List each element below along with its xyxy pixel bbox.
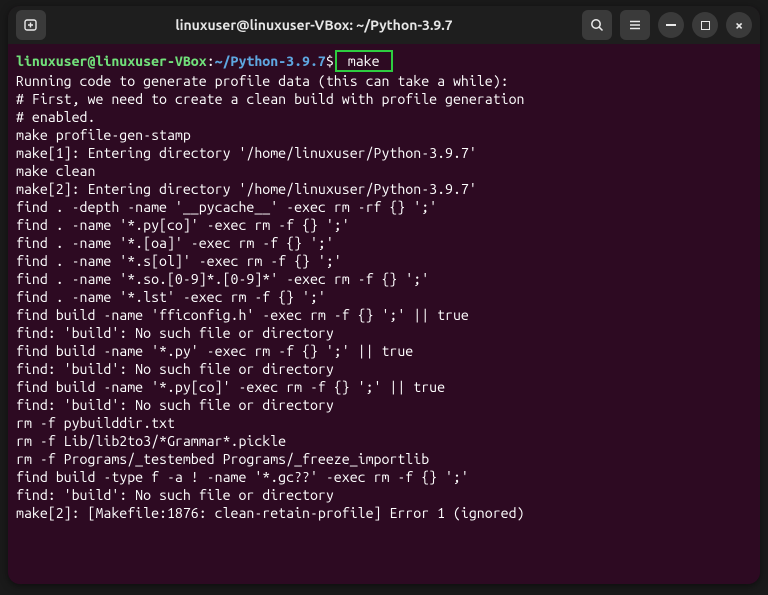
output-line: find . -name '*.lst' -exec rm -f {} ';' — [16, 288, 752, 306]
terminal-output: Running code to generate profile data (t… — [16, 72, 752, 522]
output-line: # First, we need to create a clean build… — [16, 90, 752, 108]
search-button[interactable] — [582, 10, 612, 40]
menu-button[interactable] — [620, 10, 650, 40]
maximize-button[interactable] — [692, 12, 718, 38]
prompt-sep: : — [207, 53, 215, 69]
prompt-user-host: linuxuser@linuxuser-VBox — [16, 53, 207, 69]
minimize-icon — [666, 24, 676, 26]
output-line: find build -name '*.py' -exec rm -f {} '… — [16, 342, 752, 360]
new-tab-icon — [23, 17, 39, 33]
terminal-window: linuxuser@linuxuser-VBox: ~/Python-3.9.7… — [8, 6, 760, 584]
output-line: rm -f Programs/_testembed Programs/_free… — [16, 450, 752, 468]
output-line: find: 'build': No such file or directory — [16, 360, 752, 378]
terminal-body[interactable]: linuxuser@linuxuser-VBox:~/Python-3.9.7$… — [8, 44, 760, 584]
output-line: # enabled. — [16, 108, 752, 126]
output-line: make clean — [16, 162, 752, 180]
output-line: find . -depth -name '__pycache__' -exec … — [16, 198, 752, 216]
output-line: make profile-gen-stamp — [16, 126, 752, 144]
output-line: make[2]: Entering directory '/home/linux… — [16, 180, 752, 198]
output-line: find . -name '*.so.[0-9]*.[0-9]*' -exec … — [16, 270, 752, 288]
prompt-path: ~/Python-3.9.7 — [215, 53, 326, 69]
prompt-dollar: $ — [326, 53, 334, 69]
maximize-icon — [701, 21, 710, 30]
output-line: rm -f Lib/lib2to3/*Grammar*.pickle — [16, 432, 752, 450]
window-title: linuxuser@linuxuser-VBox: ~/Python-3.9.7 — [52, 17, 576, 33]
output-line: find: 'build': No such file or directory — [16, 486, 752, 504]
close-button[interactable]: × — [726, 12, 752, 38]
output-line: find build -name 'fficonfig.h' -exec rm … — [16, 306, 752, 324]
minimize-button[interactable] — [658, 12, 684, 38]
search-icon — [589, 17, 605, 33]
highlighted-command: make — [335, 50, 393, 72]
output-line: find . -name '*.py[co]' -exec rm -f {} '… — [16, 216, 752, 234]
new-tab-button[interactable] — [16, 10, 46, 40]
output-line: find: 'build': No such file or directory — [16, 396, 752, 414]
output-line: find . -name '*.[oa]' -exec rm -f {} ';' — [16, 234, 752, 252]
hamburger-icon — [627, 17, 643, 33]
output-line: find build -type f -a ! -name '*.gc??' -… — [16, 468, 752, 486]
prompt: linuxuser@linuxuser-VBox:~/Python-3.9.7$… — [16, 53, 393, 69]
close-icon: × — [735, 18, 743, 32]
titlebar: linuxuser@linuxuser-VBox: ~/Python-3.9.7… — [8, 6, 760, 44]
output-line: find . -name '*.s[ol]' -exec rm -f {} ';… — [16, 252, 752, 270]
output-line: make[1]: Entering directory '/home/linux… — [16, 144, 752, 162]
output-line: find build -name '*.py[co]' -exec rm -f … — [16, 378, 752, 396]
output-line: Running code to generate profile data (t… — [16, 72, 752, 90]
output-line: find: 'build': No such file or directory — [16, 324, 752, 342]
output-line: rm -f pybuilddir.txt — [16, 414, 752, 432]
output-line: make[2]: [Makefile:1876: clean-retain-pr… — [16, 504, 752, 522]
